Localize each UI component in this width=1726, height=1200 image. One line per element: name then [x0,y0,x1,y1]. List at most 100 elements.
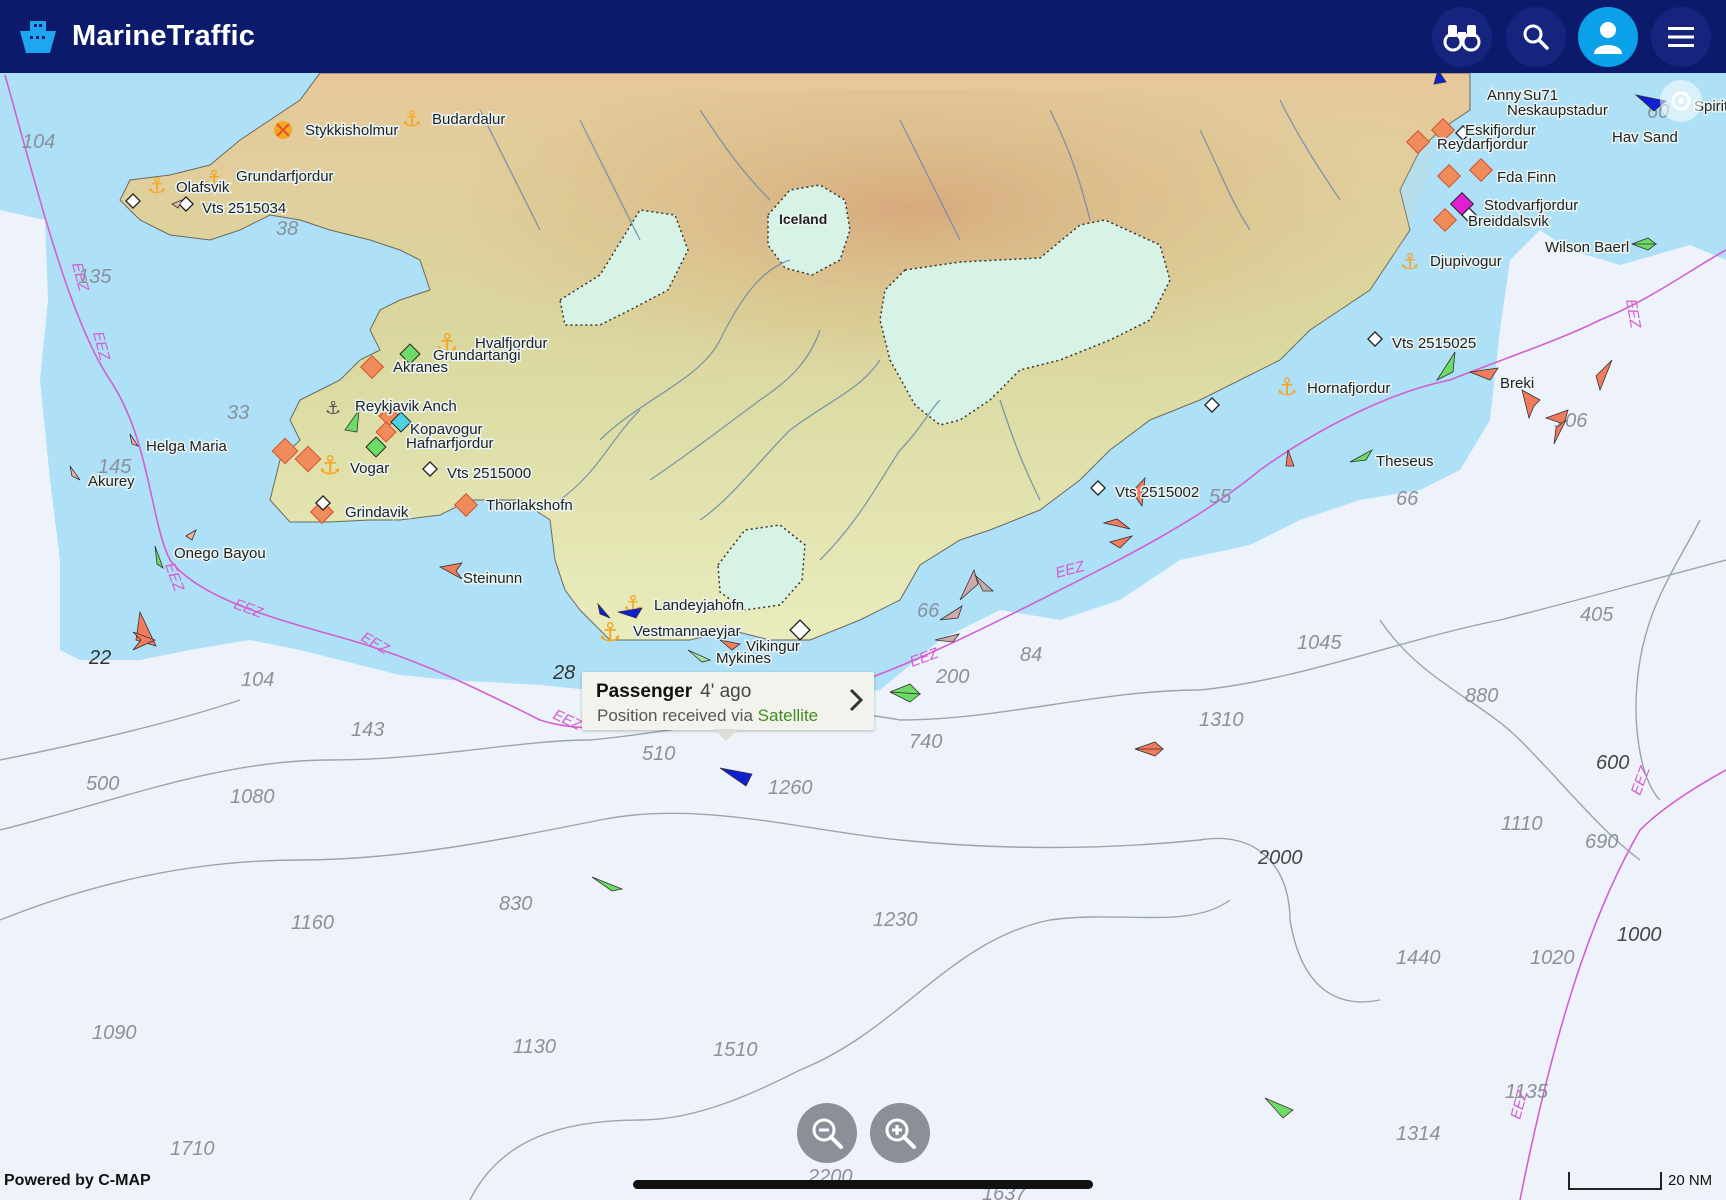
anchor-icon: ⚓ [147,173,167,198]
depth-label: 1710 [170,1138,215,1160]
depth-label: 1310 [1199,709,1244,731]
locate-icon [1671,91,1691,111]
zoom-out-button[interactable] [797,1103,857,1163]
place-label: Iceland [779,211,827,227]
svg-text:⚓: ⚓ [318,450,341,480]
depth-label: 1160 [291,912,334,934]
chevron-right-icon[interactable] [848,687,864,713]
map-canvas[interactable]: EEZ EEZ EEZ EEZ EEZ EEZ EEZ EEZ EEZ EEZ … [0,0,1726,1200]
depth-label: 1000 [1617,924,1662,946]
depth-label: 84 [1020,644,1042,666]
scale-bar [1568,1172,1662,1190]
place-label: Grindavik [345,504,409,521]
depth-label: 200 [935,666,969,688]
place-label: Wilson Baerl [1545,239,1629,256]
search-icon [1523,24,1549,50]
binoculars-icon [1443,25,1481,52]
port-icon [274,121,292,139]
popup-pointer [714,729,738,741]
place-label: Reydarfjordur [1437,136,1528,153]
depth-label: 1510 [713,1039,758,1061]
place-label: Reykjavik Anch [355,398,457,415]
popup-time-ago: 4' ago [700,681,752,702]
depth-label: 1260 [768,777,813,799]
anchor-icon: ⚓ [1276,374,1298,401]
place-label: Akurey [88,473,135,490]
app-header: MarineTraffic [0,0,1726,73]
binoculars-button[interactable] [1432,7,1492,67]
anchor-icon: ⚓ [325,398,341,418]
depth-label: 135 [78,266,112,288]
depth-label: 104 [241,669,274,691]
user-icon [1594,22,1622,54]
depth-label: 143 [351,719,384,741]
user-account-button[interactable] [1578,7,1638,67]
place-label: Fda Finn [1497,169,1556,186]
vessel-type: Passenger [596,681,693,702]
place-label: Vestmannaeyjar [633,623,741,640]
anchor-icon: ⚓ [402,106,422,131]
brand-name: MarineTraffic [72,20,256,52]
position-source: Satellite [757,706,819,725]
depth-label: 1090 [92,1022,137,1044]
depth-label: 22 [88,647,111,669]
svg-text:⚓: ⚓ [402,106,422,131]
place-label: Hornafjordur [1307,380,1390,397]
depth-label: 55 [1209,486,1232,508]
depth-label: 1130 [513,1036,556,1058]
depth-label: 1314 [1396,1123,1441,1145]
svg-text:⚓: ⚓ [325,398,341,418]
place-label: Vts 2515025 [1392,335,1476,352]
depth-label: 28 [552,662,575,684]
place-label: Steinunn [463,570,522,587]
place-label: Stykkisholmur [305,122,398,139]
depth-label: 66 [1396,488,1419,510]
place-label: Vts 2515002 [1115,484,1199,501]
svg-text:⚓: ⚓ [147,173,167,198]
place-label: Thorlakshofn [486,497,573,514]
menu-button[interactable] [1651,7,1711,67]
search-button[interactable] [1506,7,1566,67]
place-label: Vts 2515034 [202,200,286,217]
svg-text:⚓: ⚓ [598,617,621,647]
depth-label: 740 [909,731,942,753]
place-label: Onego Bayou [174,545,266,562]
place-label: Mykines [716,650,771,667]
depth-label: 2000 [1257,847,1303,869]
depth-label: 1440 [1396,947,1441,969]
place-label: Vts 2515000 [447,465,531,482]
depth-label: 880 [1465,685,1498,707]
zoom-out-icon [812,1118,843,1149]
place-label: Helga Maria [146,438,228,455]
zoom-in-icon [885,1118,916,1149]
depth-label: 690 [1585,831,1618,853]
depth-label: 500 [86,773,119,795]
depth-label: 1020 [1530,947,1575,969]
depth-label: 1230 [873,909,918,931]
svg-text:⚓: ⚓ [1276,374,1298,401]
anchor-icon: ⚓ [1400,249,1420,274]
zoom-in-button[interactable] [870,1103,930,1163]
place-label: Breiddalsvik [1468,213,1549,230]
place-label: Theseus [1376,453,1434,470]
anchor-icon: ⚓ [318,450,341,480]
place-label: Olafsvik [176,179,230,196]
menu-icon [1668,27,1694,47]
vessel-popup[interactable]: Passenger 4' ago Position received via Sa… [582,672,874,741]
brand-logo[interactable]: MarineTraffic [16,17,255,57]
depth-label: 1110 [1501,813,1543,835]
depth-label: 405 [1580,604,1614,626]
locate-button[interactable] [1660,80,1702,122]
anchor-icon: ⚓ [598,617,621,647]
powered-by-credit[interactable]: Powered by C-MAP [4,1172,151,1190]
depth-label: 1135 [1505,1081,1549,1103]
depth-label: 33 [227,402,249,424]
place-label: Stodvarfjordur [1484,197,1578,214]
depth-label: 38 [276,218,298,240]
depth-label: 600 [1596,752,1629,774]
popup-title: Passenger 4' ago [596,681,751,703]
svg-text:⚓: ⚓ [1400,249,1420,274]
place-label: Budardalur [432,111,505,128]
place-label: Hav Sand [1612,129,1678,146]
place-label: Breki [1500,375,1534,392]
